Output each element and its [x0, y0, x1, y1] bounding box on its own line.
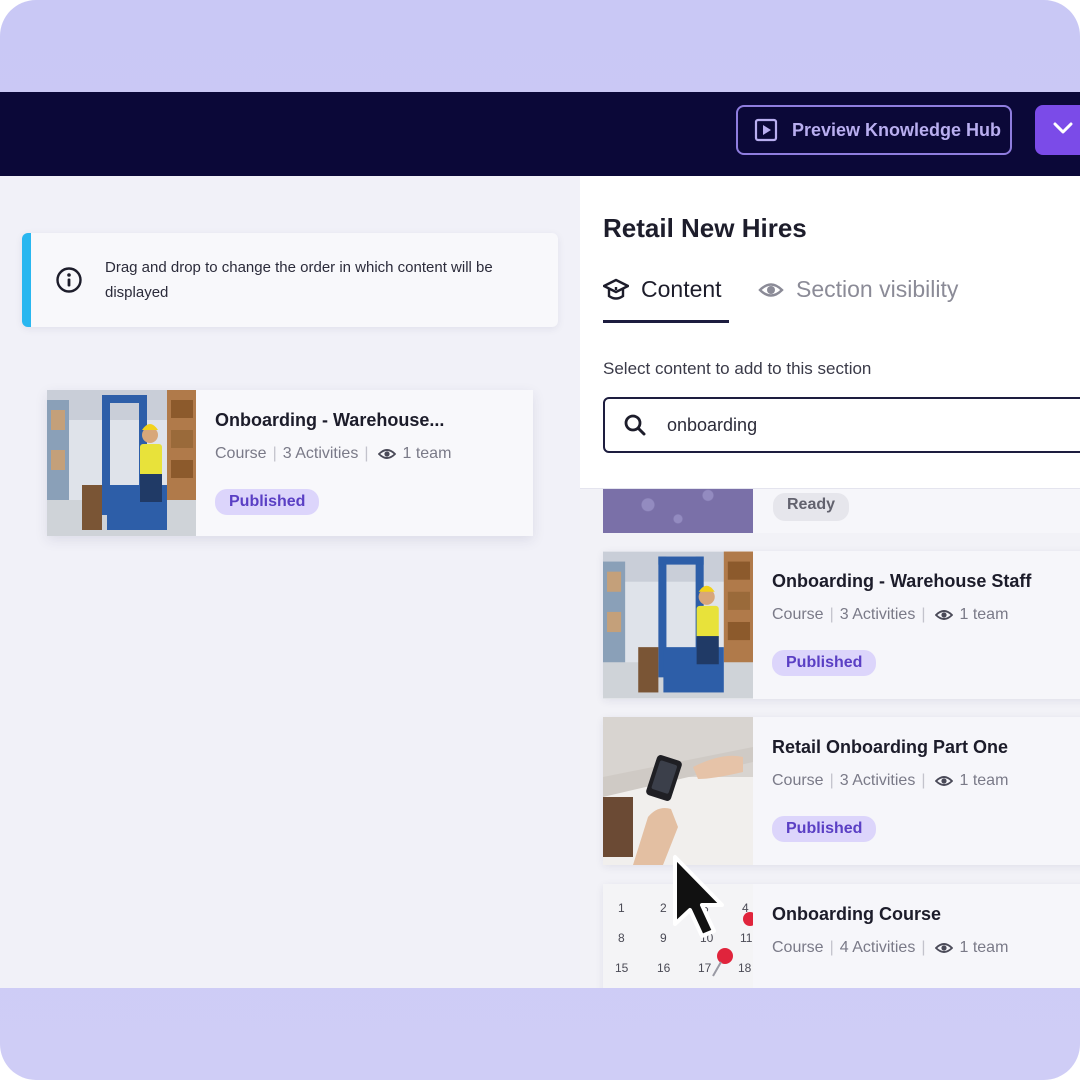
- search-results-list[interactable]: Ready Onboarding - Warehouse Staff Cours…: [580, 488, 1080, 988]
- content-type: Course: [772, 772, 824, 789]
- tab-section-visibility[interactable]: Section visibility: [758, 276, 958, 303]
- calendar-day: 18: [738, 961, 752, 975]
- divider: |: [829, 606, 834, 623]
- divider: |: [921, 772, 926, 789]
- calendar-day: 11: [740, 931, 753, 945]
- card-title: Retail Onboarding Part One: [772, 737, 1009, 757]
- eye-icon: [935, 939, 954, 957]
- divider: |: [829, 939, 834, 956]
- content-type: Course: [772, 939, 824, 956]
- section-order-panel: Drag and drop to change the order in whi…: [0, 176, 580, 988]
- status-badge: Published: [772, 816, 877, 842]
- content-type: Course: [772, 606, 824, 623]
- calendar-day: 16: [657, 961, 671, 975]
- result-card-ready[interactable]: Ready: [603, 489, 1080, 533]
- eye-icon: [758, 277, 784, 303]
- graduation-cap-icon: [603, 277, 629, 303]
- drag-drop-info-banner: Drag and drop to change the order in whi…: [22, 233, 558, 327]
- mouse-cursor-icon: [670, 852, 730, 942]
- divider: |: [364, 445, 369, 462]
- active-tab-indicator: [603, 320, 729, 323]
- phone-payment-thumbnail: [603, 717, 753, 865]
- eye-icon: [378, 445, 397, 463]
- activity-count: 3 Activities: [282, 445, 359, 462]
- calendar-day: 8: [618, 931, 625, 945]
- divider: |: [829, 772, 834, 789]
- forklift-thumbnail: [603, 551, 753, 699]
- preview-knowledge-hub-button[interactable]: Preview Knowledge Hub: [736, 105, 1012, 155]
- card-body: Onboarding Course Course | 4 Activities …: [753, 884, 1008, 988]
- team-count: 1 team: [402, 445, 452, 462]
- activity-count: 3 Activities: [839, 772, 916, 789]
- card-body: Onboarding - Warehouse Staff Course | 3 …: [753, 551, 1031, 699]
- card-title: Onboarding Course: [772, 904, 942, 924]
- info-banner-text: Drag and drop to change the order in whi…: [105, 259, 493, 301]
- calendar-day: 1: [618, 901, 625, 915]
- section-editor-panel: Retail New Hires Content Section visibil…: [580, 176, 1080, 988]
- activity-count: 3 Activities: [839, 606, 916, 623]
- result-card-warehouse-staff[interactable]: Onboarding - Warehouse Staff Course | 3 …: [603, 551, 1080, 699]
- team-count: 1 team: [959, 939, 1009, 956]
- divider: |: [921, 939, 926, 956]
- publish-dropdown-button[interactable]: [1035, 105, 1080, 155]
- card-body: Onboarding - Warehouse... Course | 3 Act…: [196, 390, 451, 536]
- calendar-day: 17: [698, 961, 712, 975]
- chevron-down-icon: [1051, 116, 1075, 145]
- card-meta: Course | 4 Activities | 1 team: [772, 939, 1008, 957]
- calendar-day: 2: [660, 901, 667, 915]
- eye-icon: [935, 606, 954, 624]
- status-badge: Published: [772, 650, 877, 676]
- forklift-thumbnail: [47, 390, 196, 536]
- team-count: 1 team: [959, 772, 1009, 789]
- divider: |: [272, 445, 277, 462]
- eye-icon: [935, 772, 954, 790]
- search-icon: [623, 413, 647, 437]
- card-title: Onboarding - Warehouse Staff: [772, 571, 1032, 591]
- outer-frame: Preview Knowledge Hub Drag and drop to c…: [0, 0, 1080, 1080]
- card-body: Retail Onboarding Part One Course | 3 Ac…: [753, 717, 1008, 865]
- draggable-content-card[interactable]: Onboarding - Warehouse... Course | 3 Act…: [47, 390, 533, 536]
- card-title: Onboarding - Warehouse...: [215, 410, 445, 430]
- card-meta: Course | 3 Activities | 1 team: [772, 772, 1008, 790]
- divider: |: [921, 606, 926, 623]
- search-input[interactable]: [667, 414, 1027, 436]
- calendar-day: 15: [615, 961, 629, 975]
- search-field[interactable]: [603, 397, 1080, 453]
- card-meta: Course | 3 Activities | 1 team: [772, 606, 1031, 624]
- tab-content-label: Content: [641, 276, 722, 302]
- tab-content[interactable]: Content: [603, 276, 722, 303]
- status-badge: Published: [215, 489, 320, 515]
- preview-button-label: Preview Knowledge Hub: [792, 119, 1002, 140]
- app-window: Preview Knowledge Hub Drag and drop to c…: [0, 92, 1080, 988]
- play-square-icon: [754, 118, 778, 142]
- result-thumbnail: [603, 489, 753, 533]
- activity-count: 4 Activities: [839, 939, 916, 956]
- info-icon: [55, 266, 83, 294]
- card-meta: Course | 3 Activities | 1 team: [215, 445, 451, 463]
- top-bar: Preview Knowledge Hub: [0, 92, 1080, 176]
- content-type: Course: [215, 445, 267, 462]
- tab-visibility-label: Section visibility: [796, 276, 959, 302]
- team-count: 1 team: [959, 606, 1009, 623]
- calendar-day: 9: [660, 931, 667, 945]
- section-title: Retail New Hires: [603, 213, 807, 243]
- select-content-label: Select content to add to this section: [603, 359, 872, 378]
- result-card-retail-onboarding-part-one[interactable]: Retail Onboarding Part One Course | 3 Ac…: [603, 717, 1080, 865]
- status-badge: Ready: [773, 493, 850, 521]
